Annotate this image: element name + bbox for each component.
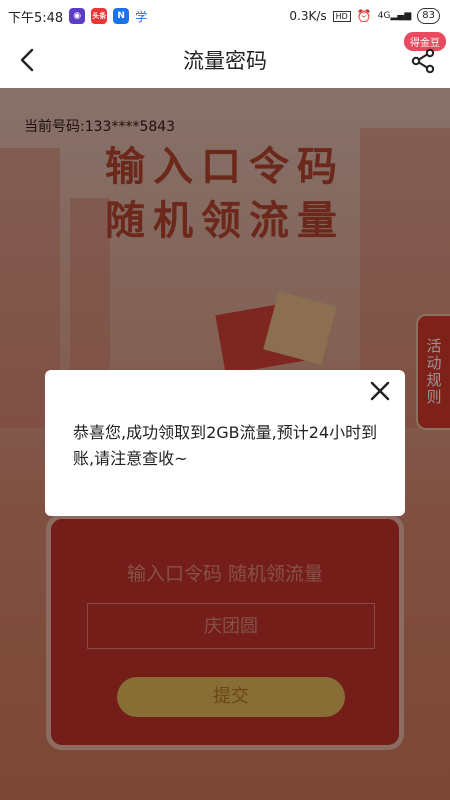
app-icon-toutiao: 头条	[91, 8, 108, 24]
status-bar: 下午5:48 ◉ 头条 N 学 0.3K/s HD ⏰ 4G▂▄▆ 83	[0, 0, 450, 32]
page-title: 流量密码	[183, 49, 267, 73]
success-message: 恭喜您,成功领取到2GB流量,预计24小时到账,请注意查收~	[73, 423, 378, 468]
back-arrow-icon[interactable]	[14, 46, 42, 74]
app-icon-n: N	[113, 8, 130, 24]
app-icon-study: 学	[135, 9, 148, 24]
alarm-icon: ⏰	[356, 9, 372, 23]
network-speed: 0.3K/s	[289, 9, 327, 23]
hd-icon: HD	[332, 10, 351, 22]
signal-icon: 4G▂▄▆	[377, 11, 412, 21]
app-icon-camera: ◉	[69, 8, 86, 24]
close-icon[interactable]	[367, 378, 393, 404]
share-icon[interactable]	[410, 48, 436, 74]
header: 流量密码 得金豆	[0, 32, 450, 88]
success-dialog: 恭喜您,成功领取到2GB流量,预计24小时到账,请注意查收~	[45, 370, 405, 516]
status-time: 下午5:48	[8, 10, 64, 26]
battery-icon: 83	[417, 8, 440, 24]
